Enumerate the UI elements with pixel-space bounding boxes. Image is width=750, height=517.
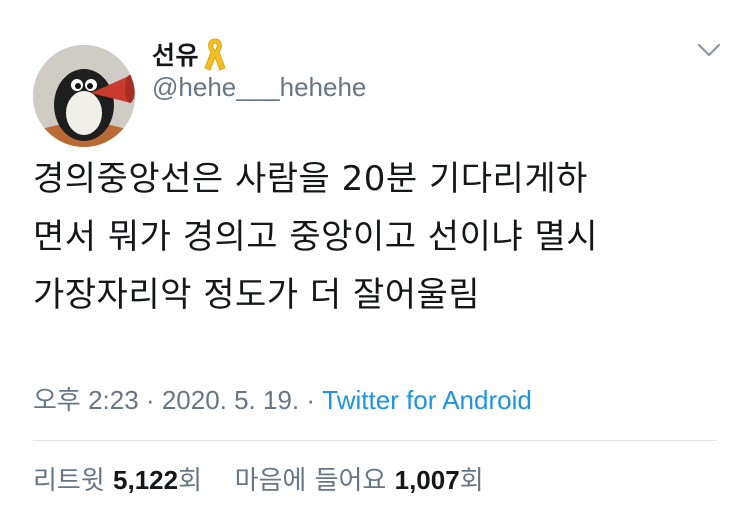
retweets-label: 리트윗 bbox=[33, 466, 105, 496]
tweet-date[interactable]: 2020. 5. 19. bbox=[162, 385, 299, 415]
meta-separator: · bbox=[145, 385, 155, 415]
tweet-time[interactable]: 오후 2:23 bbox=[33, 385, 139, 415]
display-name[interactable]: 선유 bbox=[152, 36, 199, 72]
chevron-down-icon[interactable] bbox=[696, 40, 722, 60]
yellow-ribbon-icon bbox=[203, 37, 227, 71]
likes-label: 마음에 들어요 bbox=[234, 466, 387, 496]
tweet-card: 선유 @hehe___hehehe 경의중앙선은 사람을 20분 기다리게하 면… bbox=[0, 0, 750, 517]
tweet-line: 면서 뭐가 경의고 중앙이고 선이냐 멸시 bbox=[33, 217, 599, 257]
tweet-source-link[interactable]: Twitter for Android bbox=[322, 385, 532, 415]
likes-unit: 회 bbox=[459, 466, 484, 496]
avatar[interactable] bbox=[33, 45, 135, 147]
tweet-meta: 오후 2:23 · 2020. 5. 19. · Twitter for And… bbox=[33, 380, 532, 417]
meta-separator: · bbox=[306, 385, 316, 415]
tweet-line: 경의중앙선은 사람을 20분 기다리게하 bbox=[33, 159, 588, 199]
retweets-unit: 회 bbox=[178, 466, 203, 496]
tweet-line: 가장자리악 정도가 더 잘어울림 bbox=[33, 275, 481, 315]
user-handle[interactable]: @hehe___hehehe bbox=[152, 72, 366, 103]
retweets-stat[interactable]: 리트윗 5,122회 bbox=[33, 465, 210, 496]
author-name-row: 선유 bbox=[152, 36, 227, 72]
avatar-image bbox=[33, 45, 135, 147]
divider bbox=[33, 440, 717, 441]
likes-stat[interactable]: 마음에 들어요 1,007회 bbox=[234, 465, 484, 496]
likes-count: 1,007 bbox=[394, 465, 460, 495]
tweet-stats: 리트윗 5,122회 마음에 들어요 1,007회 bbox=[33, 460, 484, 497]
tweet-text: 경의중앙선은 사람을 20분 기다리게하 면서 뭐가 경의고 중앙이고 선이냐 … bbox=[33, 150, 723, 324]
retweets-count: 5,122 bbox=[113, 465, 179, 495]
